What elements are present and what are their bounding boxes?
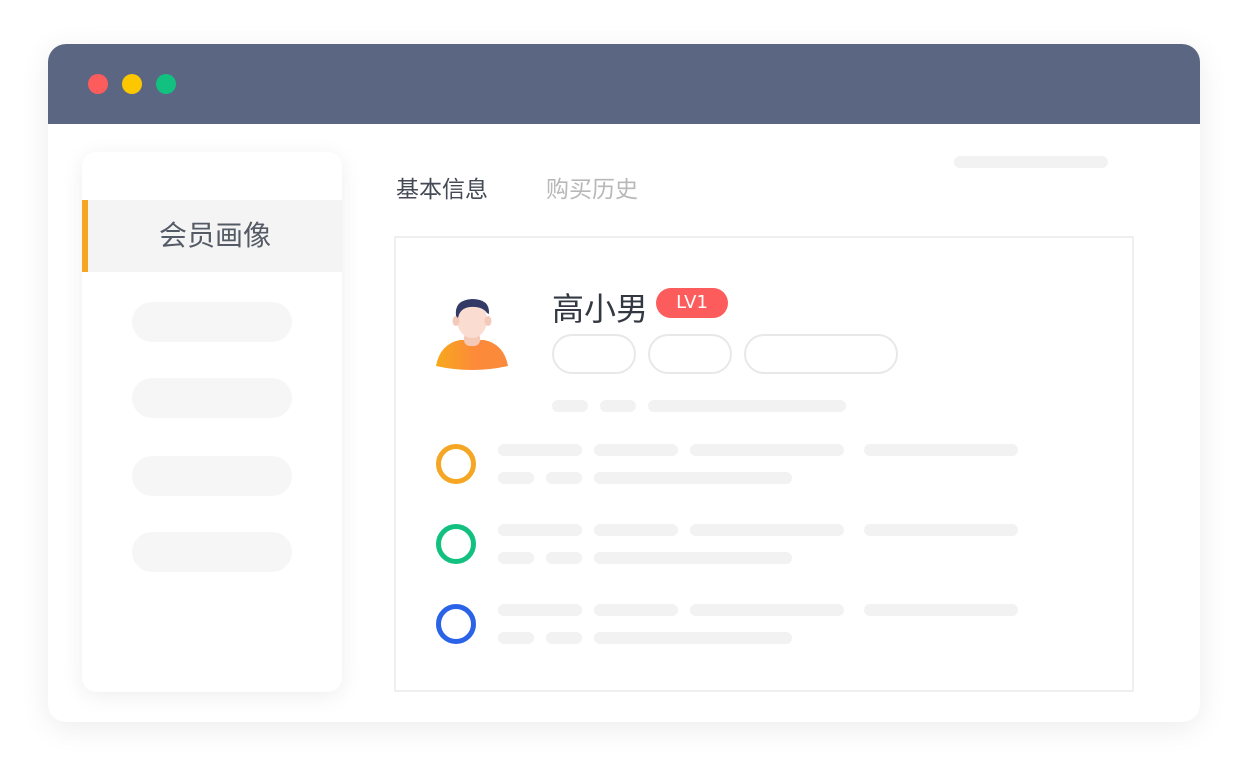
text-placeholder — [690, 524, 844, 536]
text-placeholder — [594, 444, 678, 456]
sidebar-item-label: 会员画像 — [158, 219, 271, 252]
text-placeholder — [498, 524, 582, 536]
sidebar-item-placeholder[interactable] — [132, 456, 292, 496]
tag-placeholder — [744, 334, 898, 374]
text-placeholder — [594, 604, 678, 616]
text-placeholder — [864, 604, 1018, 616]
text-placeholder — [498, 604, 582, 616]
text-placeholder — [864, 444, 1018, 456]
maximize-window-button[interactable] — [156, 74, 176, 94]
member-name: 高小男 — [552, 290, 649, 328]
text-placeholder — [600, 400, 636, 412]
ring-icon — [436, 444, 476, 484]
male-user-avatar-icon — [436, 299, 508, 370]
tab-basic-info[interactable]: 基本信息 — [396, 170, 488, 204]
profile-card: 高小男 LV1 — [394, 236, 1134, 692]
text-placeholder — [498, 472, 534, 484]
close-window-button[interactable] — [88, 74, 108, 94]
tag-placeholder — [648, 334, 732, 374]
level-badge: LV1 — [656, 288, 728, 318]
sidebar-item-placeholder[interactable] — [132, 532, 292, 572]
text-placeholder — [648, 400, 846, 412]
text-placeholder — [498, 632, 534, 644]
tag-placeholder — [552, 334, 636, 374]
header-placeholder — [954, 156, 1108, 168]
text-placeholder — [594, 552, 792, 564]
minimize-window-button[interactable] — [122, 74, 142, 94]
sidebar-item-member-profile[interactable]: 会员画像 — [82, 200, 342, 272]
text-placeholder — [546, 552, 582, 564]
text-placeholder — [546, 472, 582, 484]
ring-icon — [436, 604, 476, 644]
tab-purchase-history[interactable]: 购买历史 — [546, 170, 638, 204]
text-placeholder — [594, 524, 678, 536]
text-placeholder — [498, 552, 534, 564]
text-placeholder — [546, 632, 582, 644]
ring-icon — [436, 524, 476, 564]
text-placeholder — [594, 632, 792, 644]
sidebar-item-placeholder[interactable] — [132, 302, 292, 342]
text-placeholder — [690, 444, 844, 456]
sidebar-item-placeholder[interactable] — [132, 378, 292, 418]
sidebar: 会员画像 — [82, 152, 342, 692]
text-placeholder — [864, 524, 1018, 536]
app-window: 会员画像 基本信息 购买历史 高小男 LV1 — [48, 44, 1200, 722]
text-placeholder — [690, 604, 844, 616]
title-bar — [48, 44, 1200, 124]
text-placeholder — [594, 472, 792, 484]
text-placeholder — [552, 400, 588, 412]
text-placeholder — [498, 444, 582, 456]
